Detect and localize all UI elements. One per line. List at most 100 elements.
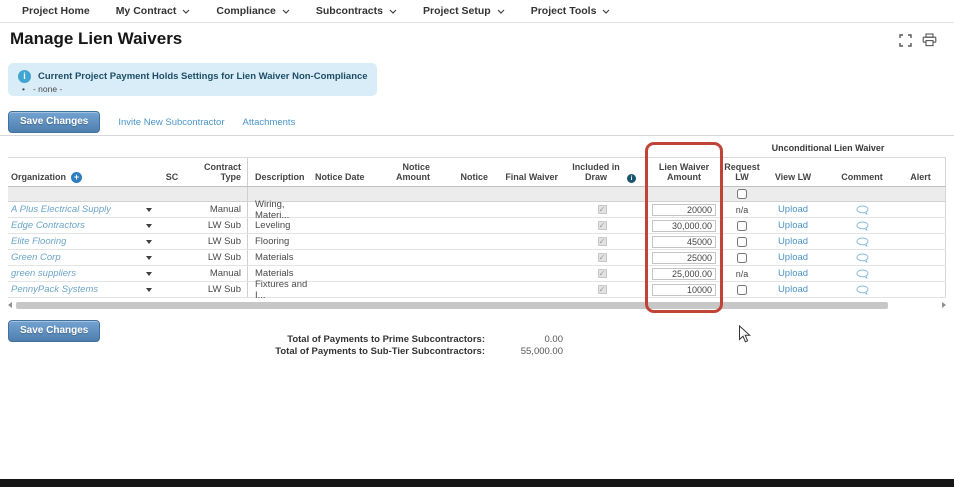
unconditional-lien-waiver-group-header: Unconditional Lien Waiver (771, 143, 885, 153)
view-lw-cell: Upload (758, 250, 828, 265)
nav-label: Compliance (216, 5, 276, 17)
row-expand-caret-icon[interactable] (146, 207, 152, 212)
request-lw-checkbox[interactable] (737, 236, 747, 247)
row-expand-caret-icon[interactable] (146, 223, 152, 228)
row-expand-caret-icon[interactable] (146, 271, 152, 276)
final-waiver-cell (490, 250, 562, 265)
horizontal-scrollbar[interactable] (8, 301, 946, 309)
nav-my-contract[interactable]: My Contract (116, 5, 191, 17)
col-header-sc: SC (158, 158, 186, 186)
comment-icon[interactable] (855, 268, 869, 279)
upload-link[interactable]: Upload (778, 220, 808, 231)
upload-link[interactable]: Upload (778, 236, 808, 247)
request-lw-cell: n/a (726, 202, 758, 217)
table-header-row: Organization + SC Contract Type Descripti… (8, 157, 946, 187)
nav-project-tools[interactable]: Project Tools (531, 5, 611, 17)
attachments-link[interactable]: Attachments (243, 117, 296, 128)
organization-link[interactable]: Green Corp (11, 252, 61, 263)
upload-link[interactable]: Upload (778, 252, 808, 263)
lien-waiver-amount-input[interactable] (652, 203, 716, 216)
nav-project-setup[interactable]: Project Setup (423, 5, 505, 17)
contract-type-value: Manual (209, 204, 241, 215)
title-actions (899, 33, 937, 47)
notice-amount-cell (372, 218, 434, 233)
scroll-left-arrow-icon[interactable] (8, 302, 12, 308)
lien-waiver-amount-input[interactable] (652, 267, 716, 280)
col-header-label: Notice Amount (396, 161, 430, 183)
save-changes-button[interactable]: Save Changes (8, 111, 101, 133)
notice-amount-cell (372, 202, 434, 217)
comment-icon[interactable] (855, 284, 869, 295)
upload-link[interactable]: Upload (778, 268, 808, 279)
lien-waiver-amount-cell (642, 202, 726, 217)
comment-icon[interactable] (855, 204, 869, 215)
scrollbar-thumb[interactable] (16, 301, 888, 309)
request-lw-checkbox[interactable] (737, 284, 747, 295)
organization-link[interactable]: A Plus Electrical Supply (11, 204, 111, 215)
nav-subcontracts[interactable]: Subcontracts (316, 5, 397, 17)
filter-cell (186, 187, 248, 201)
print-icon[interactable] (922, 33, 937, 47)
nav-label: Project Tools (530, 5, 597, 17)
col-header-label: Comment (841, 172, 883, 183)
lien-waiver-amount-input[interactable] (652, 219, 716, 232)
included-in-draw-info-icon[interactable]: i (627, 174, 636, 183)
description-value: Leveling (255, 220, 291, 231)
comment-icon[interactable] (855, 252, 869, 263)
organization-link[interactable]: green suppliers (11, 268, 76, 279)
bullet-dot: • (22, 84, 25, 94)
row-expand-caret-icon[interactable] (146, 287, 152, 292)
organization-link[interactable]: Edge Contractors (11, 220, 85, 231)
view-lw-cell: Upload (758, 218, 828, 233)
row-expand-caret-icon[interactable] (146, 239, 152, 244)
notice-date-cell (310, 202, 372, 217)
add-organization-icon[interactable]: + (71, 172, 83, 183)
nav-project-home[interactable]: Project Home (22, 5, 90, 17)
comment-cell (828, 282, 896, 297)
scroll-right-arrow-icon[interactable] (942, 302, 946, 308)
request-lw-checkbox[interactable] (737, 252, 747, 263)
table-row: green suppliers Manual Materials ✓ n/a Upload (8, 266, 946, 282)
filter-cell (8, 187, 158, 201)
notice-date-cell (310, 234, 372, 249)
request-lw-select-all-checkbox[interactable] (737, 189, 747, 199)
row-expand-caret-icon[interactable] (146, 255, 152, 260)
lien-waiver-amount-input[interactable] (652, 283, 716, 296)
lien-waiver-amount-input[interactable] (652, 235, 716, 248)
col-header-final-waiver: Final Waiver (490, 158, 562, 186)
comment-icon[interactable] (855, 236, 869, 247)
request-lw-cell (726, 234, 758, 249)
sc-cell (158, 250, 186, 265)
invite-new-subcontractor-link[interactable]: Invite New Subcontractor (118, 117, 224, 128)
description-cell: Flooring (248, 234, 310, 249)
view-lw-cell: Upload (758, 266, 828, 281)
col-header-organization[interactable]: Organization + (8, 158, 158, 186)
upload-link[interactable]: Upload (778, 284, 808, 295)
upload-link[interactable]: Upload (778, 204, 808, 215)
table-body: A Plus Electrical Supply Manual Wiring, Ma… (8, 199, 946, 301)
final-waiver-cell (490, 202, 562, 217)
request-lw-checkbox[interactable] (737, 220, 747, 231)
alert-cell (896, 250, 946, 265)
toolbar-divider (0, 135, 954, 136)
filter-cell (896, 187, 946, 201)
included-in-draw-cell: ✓ (562, 218, 642, 233)
view-lw-cell: Upload (758, 282, 828, 297)
description-value: Flooring (255, 236, 290, 247)
nav-compliance[interactable]: Compliance (216, 5, 290, 17)
contract-type-cell: LW Sub (186, 234, 248, 249)
comment-cell (828, 218, 896, 233)
filter-cell (828, 187, 896, 201)
filter-cell (372, 187, 434, 201)
totals-value: 0.00 (544, 334, 564, 345)
lien-waiver-amount-input[interactable] (652, 251, 716, 264)
save-changes-button-bottom[interactable]: Save Changes (8, 320, 101, 342)
organization-link[interactable]: Elite Flooring (11, 236, 66, 247)
organization-link[interactable]: PennyPack Systems (11, 284, 98, 295)
banner-bullet: • - none - (22, 84, 62, 94)
comment-icon[interactable] (855, 220, 869, 231)
col-header-included-in-draw: Included in Draw i (562, 158, 642, 186)
expand-icon[interactable] (899, 33, 912, 47)
contract-type-cell: LW Sub (186, 250, 248, 265)
page-title: Manage Lien Waivers (10, 29, 183, 48)
